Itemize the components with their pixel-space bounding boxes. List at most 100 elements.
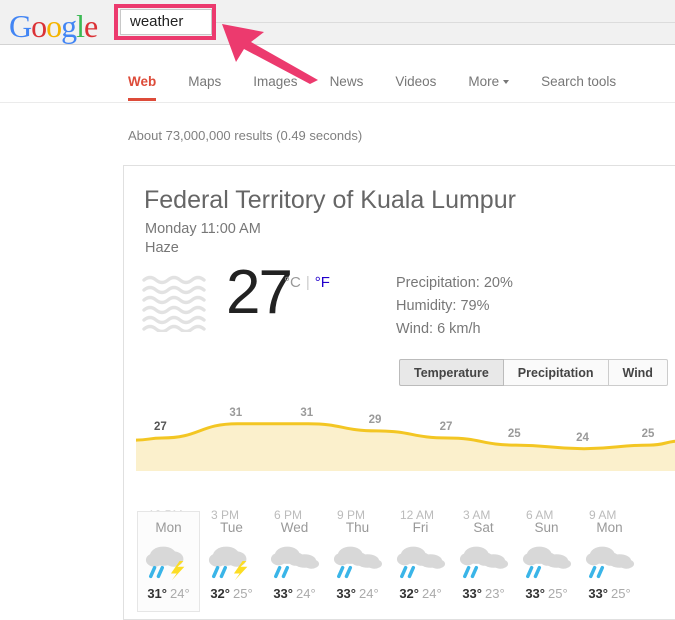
forecast-day-temps: 33° 25° [579, 586, 640, 601]
forecast-high: 32° [399, 586, 419, 601]
detail-precipitation: Precipitation: 20% [396, 275, 513, 291]
tab-web[interactable]: Web [128, 58, 157, 101]
tab-web-label: Web [128, 74, 157, 89]
forecast-low: 25° [548, 586, 568, 601]
forecast-day-temps: 32° 24° [390, 586, 451, 601]
rain-partly-cloudy-icon [264, 539, 325, 583]
tab-news-label: News [329, 74, 364, 89]
forecast-low: 25° [611, 586, 631, 601]
forecast-high: 33° [525, 586, 545, 601]
forecast-day-wed-2[interactable]: Wed 33° 24° [263, 511, 326, 612]
google-logo[interactable]: Google [9, 8, 98, 44]
forecast-high: 33° [462, 586, 482, 601]
forecast-low: 24° [170, 586, 190, 601]
forecast-high: 33° [336, 586, 356, 601]
forecast-day-temps: 33° 23° [453, 586, 514, 601]
forecast-high: 32° [210, 586, 230, 601]
forecast-day-label: Sun [534, 520, 559, 535]
weather-location: Federal Territory of Kuala Lumpur [144, 186, 516, 214]
search-bar-baseline [213, 22, 675, 23]
tab-maps-label: Maps [188, 74, 222, 89]
logo-letter-l: l [76, 8, 85, 44]
tab-search-tools[interactable]: Search tools [541, 58, 616, 89]
forecast-low: 25° [233, 586, 253, 601]
unit-celsius[interactable]: °C [284, 274, 301, 291]
logo-letter-o1: o [31, 8, 47, 44]
chart-value-label: 25 [641, 428, 655, 441]
forecast-day-tue-1[interactable]: Tue 32° 25° [200, 511, 263, 612]
weather-condition: Haze [145, 240, 179, 256]
metric-tab-temperature[interactable]: Temperature [399, 359, 504, 386]
forecast-day-thu-3[interactable]: Thu 33° 24° [326, 511, 389, 612]
thunderstorm-rain-icon [201, 539, 262, 583]
rain-partly-cloudy-icon [453, 539, 514, 583]
weather-details: Precipitation: 20% Humidity: 79% Wind: 6… [396, 272, 513, 341]
nav-tab-list: Web Maps Images News Videos More Search … [128, 58, 648, 101]
forecast-day-fri-4[interactable]: Fri 32° 24° [389, 511, 452, 612]
search-box[interactable] [120, 9, 212, 35]
logo-letter-e: e [84, 8, 98, 44]
tab-videos-label: Videos [395, 74, 437, 89]
google-search-results-page: Google Web Maps Images News Videos [0, 0, 675, 620]
result-stats: About 73,000,000 results (0.49 seconds) [128, 128, 363, 143]
forecast-low: 24° [359, 586, 379, 601]
forecast-day-temps: 31° 24° [138, 586, 199, 601]
daily-forecast-row: Mon 31° 24° Tue 32° 25° Wed 33° 24° Thu … [137, 511, 641, 612]
chevron-down-icon [503, 80, 510, 85]
forecast-day-label: Mon [596, 520, 623, 535]
unit-toggle: °C | °F [284, 274, 330, 291]
chart-value-label: 27 [439, 421, 453, 433]
forecast-day-sun-6[interactable]: Sun 33° 25° [515, 511, 578, 612]
rain-partly-cloudy-icon [327, 539, 388, 583]
current-temperature: 27 [226, 258, 293, 327]
forecast-day-label: Tue [220, 520, 243, 535]
rain-partly-cloudy-icon [579, 539, 640, 583]
chart-value-label: 31 [300, 406, 314, 419]
forecast-day-sat-5[interactable]: Sat 33° 23° [452, 511, 515, 612]
weather-card: Federal Territory of Kuala Lumpur Monday… [123, 165, 675, 620]
forecast-day-label: Thu [345, 520, 370, 535]
logo-letter-o2: o [46, 8, 62, 44]
forecast-day-temps: 33° 25° [516, 586, 577, 601]
search-nav-tabs: Web Maps Images News Videos More Search … [0, 58, 675, 103]
haze-icon [142, 275, 206, 332]
thunderstorm-rain-icon [138, 539, 199, 583]
rain-partly-cloudy-icon [516, 539, 577, 583]
logo-letter-g1: G [9, 8, 32, 44]
forecast-day-label: Sat [473, 520, 494, 535]
chart-value-label: 24 [576, 431, 589, 444]
temperature-chart-plot [136, 422, 675, 471]
forecast-low: 24° [296, 586, 316, 601]
forecast-day-mon-7[interactable]: Mon 33° 25° [578, 511, 641, 612]
forecast-high: 33° [588, 586, 608, 601]
tab-search-tools-label: Search tools [541, 74, 617, 89]
nav-divider [0, 102, 675, 103]
tab-maps[interactable]: Maps [188, 58, 221, 89]
unit-separator: | [305, 274, 310, 291]
forecast-day-mon-0[interactable]: Mon 31° 24° [137, 511, 200, 612]
chart-value-label: 29 [368, 413, 382, 426]
metric-toggle-group: Temperature Precipitation Wind [399, 359, 668, 386]
forecast-day-label: Fri [412, 520, 429, 535]
metric-tab-wind[interactable]: Wind [608, 359, 668, 386]
tab-more[interactable]: More [468, 58, 510, 89]
forecast-high: 31° [147, 586, 167, 601]
detail-wind: Wind: 6 km/h [396, 321, 481, 337]
forecast-high: 33° [273, 586, 293, 601]
search-input[interactable] [121, 10, 211, 34]
unit-fahrenheit[interactable]: °F [315, 274, 330, 291]
forecast-day-temps: 33° 24° [327, 586, 388, 601]
temperature-chart[interactable]: 27 31 31 29 27 25 24 25 [136, 401, 675, 506]
forecast-day-label: Wed [280, 520, 309, 535]
detail-humidity: Humidity: 79% [396, 298, 490, 314]
tab-videos[interactable]: Videos [395, 58, 436, 89]
forecast-day-temps: 33° 24° [264, 586, 325, 601]
chart-value-label: 31 [229, 406, 243, 419]
tab-images[interactable]: Images [253, 58, 297, 89]
tab-active-underline [128, 98, 157, 101]
weather-timestamp: Monday 11:00 AM [145, 221, 261, 237]
tab-news[interactable]: News [330, 58, 364, 89]
forecast-low: 23° [485, 586, 505, 601]
tab-more-label: More [468, 74, 500, 89]
metric-tab-precipitation[interactable]: Precipitation [503, 359, 609, 386]
